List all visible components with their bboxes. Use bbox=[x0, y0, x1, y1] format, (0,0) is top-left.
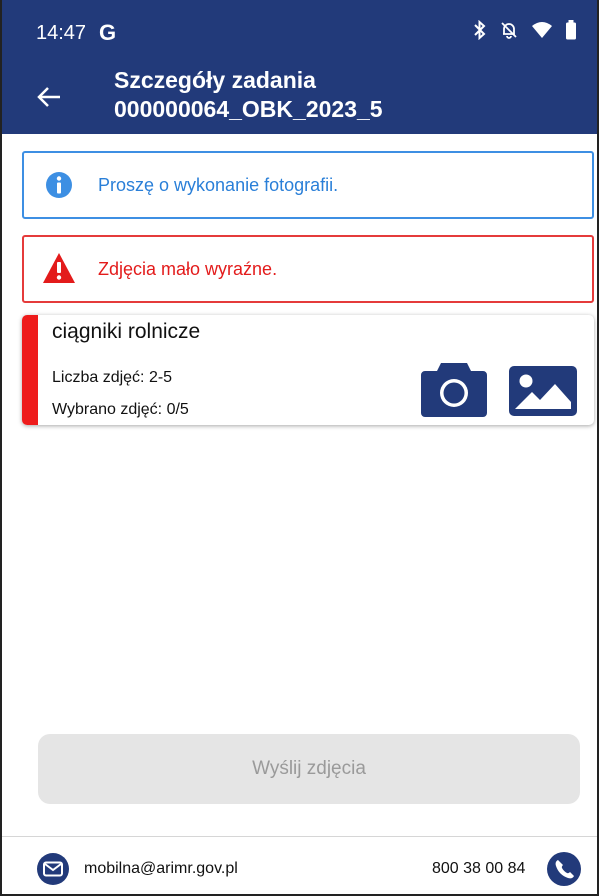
page-title: Szczegóły zadania 000000064_OBK_2023_5 bbox=[114, 66, 383, 124]
app-header: 14:47 G Szczegóły zadania 000000064_OBK_… bbox=[2, 0, 597, 134]
camera-icon[interactable] bbox=[419, 359, 489, 417]
warning-icon bbox=[43, 253, 75, 283]
status-bar: 14:47 G bbox=[2, 0, 597, 60]
status-icons bbox=[473, 19, 577, 44]
info-alert-text: Proszę o wykonanie fotografii. bbox=[98, 174, 339, 195]
page-title-line2: 000000064_OBK_2023_5 bbox=[114, 96, 383, 122]
arrow-left-icon bbox=[37, 87, 60, 107]
app-screen: 14:47 G Szczegóły zadania 000000064_OBK_… bbox=[0, 0, 599, 896]
photo-selected-text: Wybrano zdjęć: 0/5 bbox=[52, 401, 189, 418]
phone-icon[interactable] bbox=[546, 851, 582, 887]
footer-email[interactable]: mobilna@arimr.gov.pl bbox=[84, 860, 238, 878]
footer-phone[interactable]: 800 38 00 84 bbox=[432, 860, 525, 878]
error-alert-text: Zdjęcia mało wyraźne. bbox=[98, 258, 278, 279]
battery-icon bbox=[565, 20, 577, 44]
status-time: 14:47 bbox=[36, 22, 87, 44]
google-icon: G bbox=[99, 20, 117, 45]
card-title: ciągniki rolnicze bbox=[52, 320, 201, 343]
send-photos-button[interactable]: Wyślij zdjęcia bbox=[38, 734, 580, 804]
card-status-bar bbox=[22, 315, 38, 425]
send-photos-label: Wyślij zdjęcia bbox=[252, 758, 366, 779]
email-icon[interactable] bbox=[36, 852, 70, 886]
bell-off-icon bbox=[499, 20, 519, 44]
footer-divider bbox=[2, 836, 597, 837]
page-title-line1: Szczegóły zadania bbox=[114, 67, 316, 93]
bluetooth-icon bbox=[473, 19, 487, 44]
info-icon bbox=[46, 172, 72, 198]
back-button[interactable] bbox=[32, 80, 66, 114]
photo-category-card: ciągniki rolnicze Liczba zdjęć: 2-5 Wybr… bbox=[22, 315, 594, 425]
gallery-icon[interactable] bbox=[508, 365, 578, 417]
photo-count-text: Liczba zdjęć: 2-5 bbox=[52, 369, 173, 386]
info-alert: Proszę o wykonanie fotografii. bbox=[22, 151, 594, 219]
error-alert: Zdjęcia mało wyraźne. bbox=[22, 235, 594, 303]
wifi-icon bbox=[531, 21, 553, 43]
